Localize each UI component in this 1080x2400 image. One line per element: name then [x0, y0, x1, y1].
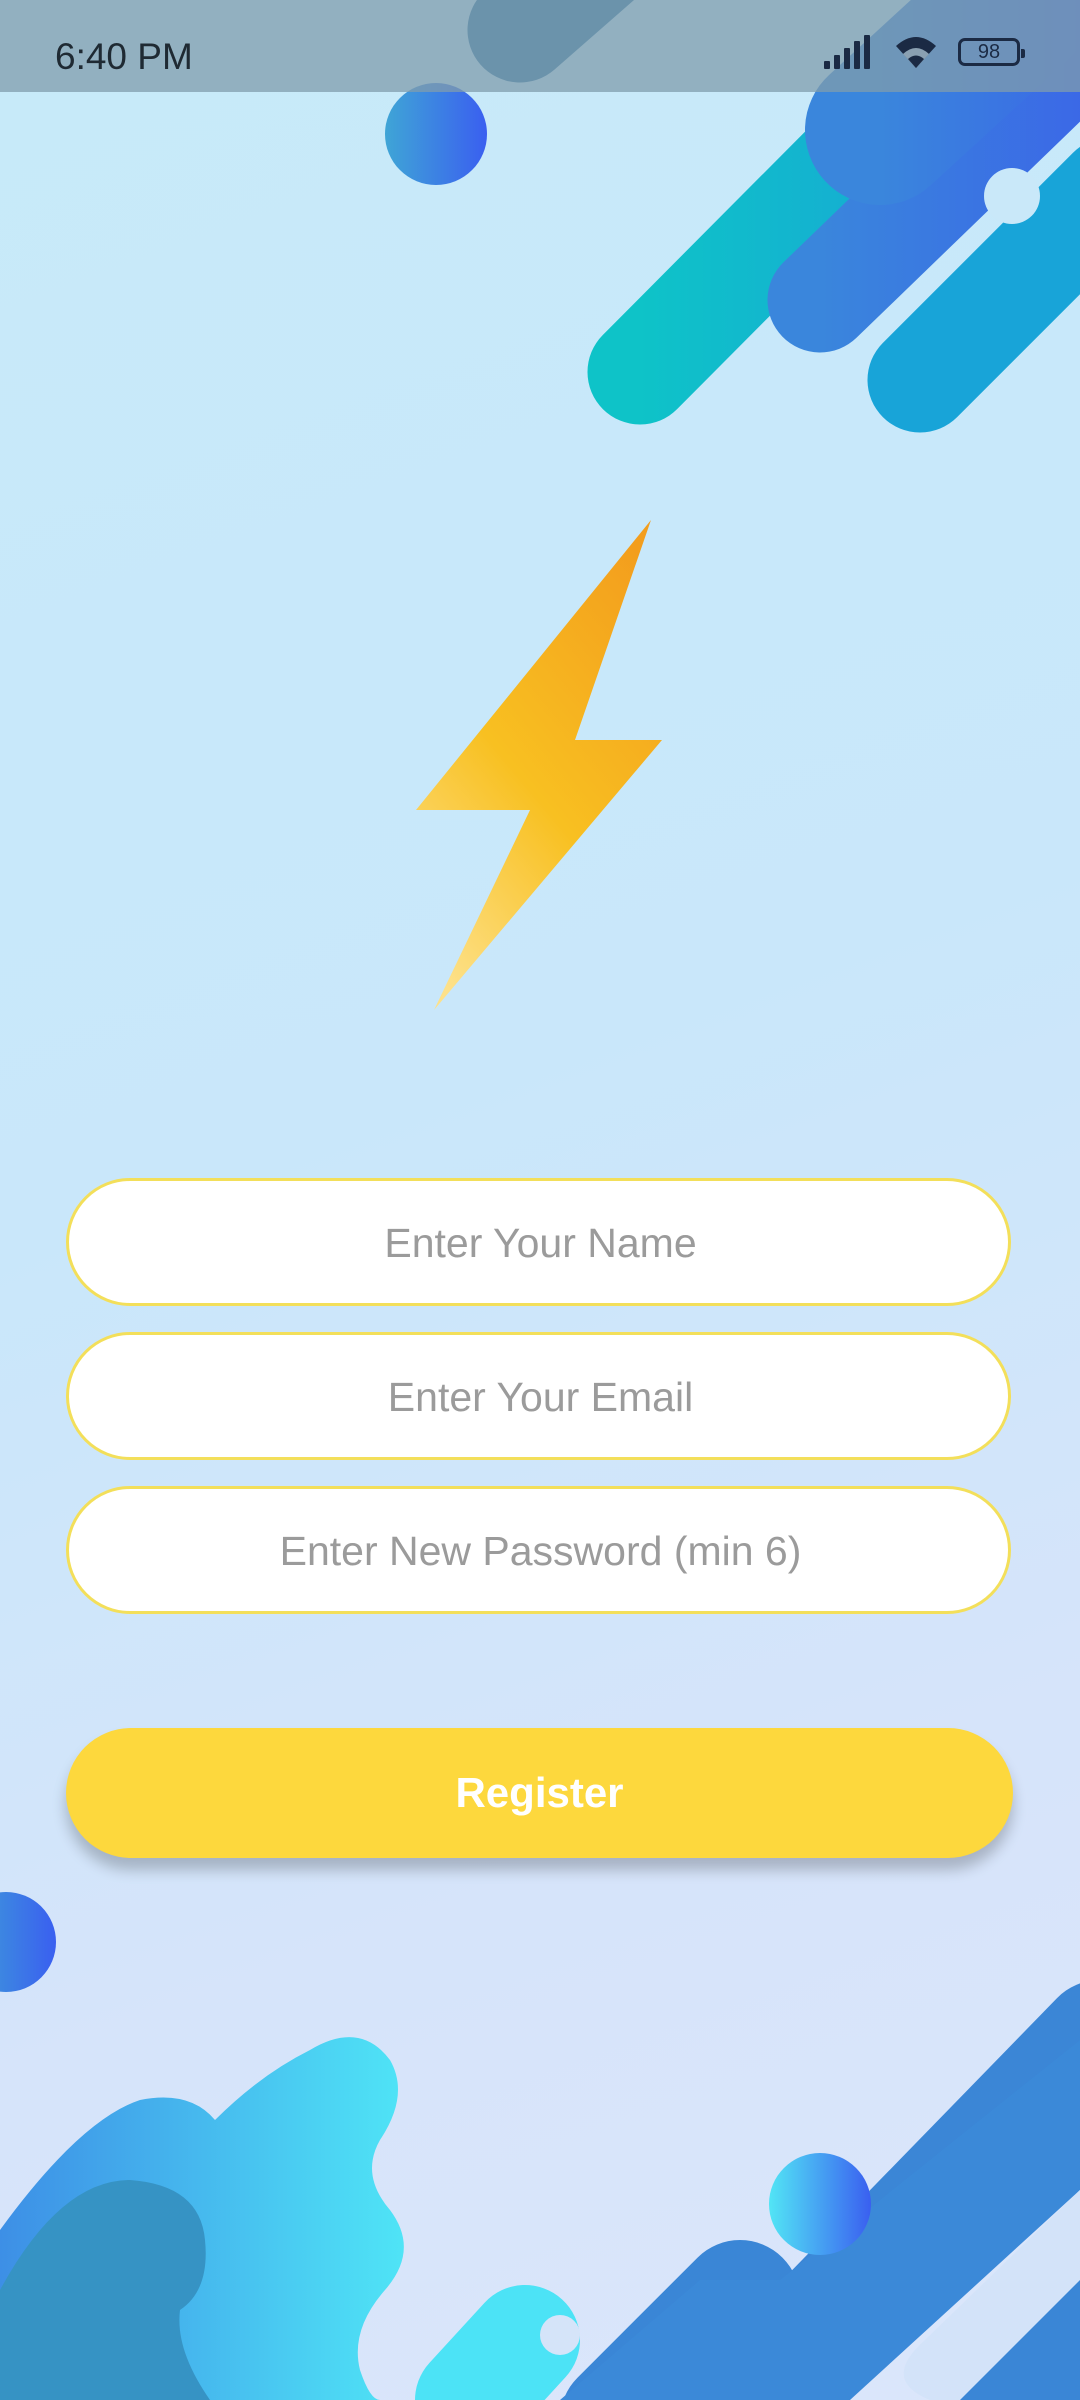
name-input[interactable]: [69, 1181, 1012, 1305]
password-field[interactable]: [66, 1486, 1012, 1614]
email-input[interactable]: [69, 1335, 1012, 1459]
battery-level: 98: [977, 40, 1001, 63]
status-icons: 98: [822, 34, 1025, 70]
name-field[interactable]: [66, 1178, 1012, 1306]
register-button[interactable]: Register: [66, 1728, 1013, 1858]
signal-icon: [824, 35, 870, 69]
email-field[interactable]: [66, 1332, 1012, 1460]
lightning-bolt-icon: [416, 520, 662, 1010]
battery-icon: 98: [958, 38, 1025, 66]
wifi-icon: [896, 37, 936, 68]
status-time: 6:40 PM: [55, 36, 193, 77]
password-input[interactable]: [69, 1489, 1012, 1613]
status-bar: 6:40 PM 98: [0, 0, 1080, 92]
